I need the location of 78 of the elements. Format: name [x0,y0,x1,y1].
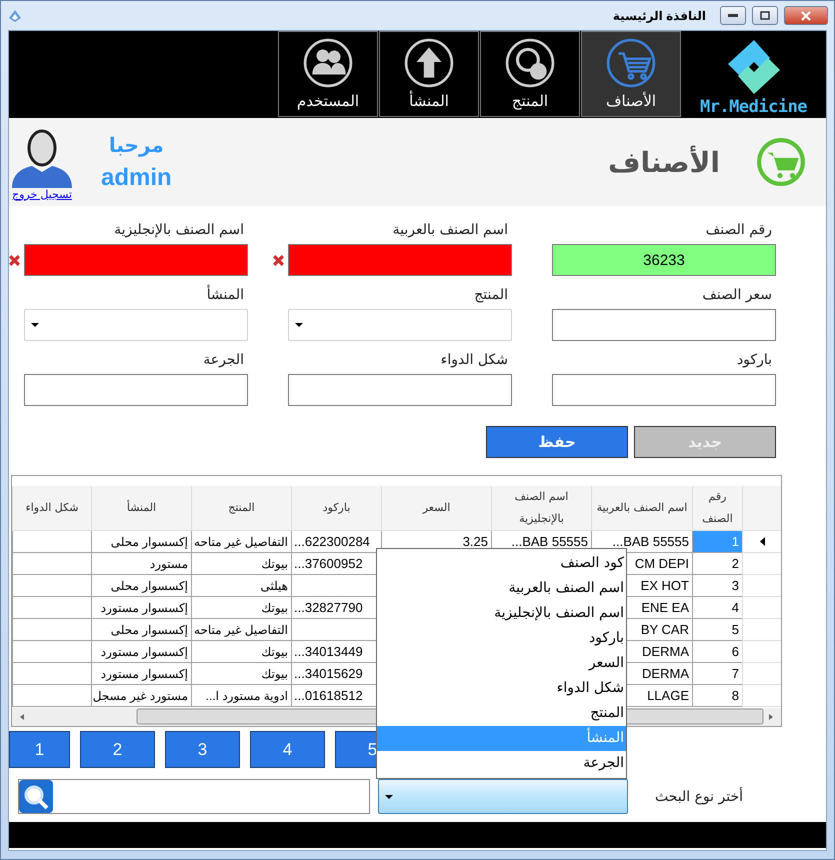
users-icon [303,38,353,88]
maximize-button[interactable] [752,6,778,25]
page-button[interactable]: 1 [9,731,70,768]
page-button[interactable]: 2 [80,731,155,768]
caret-icon [385,794,393,798]
field-label: باركود [736,351,773,370]
table-cell: بيوتك [192,640,292,662]
table-cell: 1 [692,530,742,552]
table-cell: مستورد غير مسجل [92,684,192,706]
search-field[interactable] [18,779,370,814]
row-pointer-icon [760,536,764,546]
window-title: النافذة الرئيسية [612,8,706,22]
cart-icon [756,137,806,187]
search-type-label: أختر نوع البحث [658,788,743,804]
table-cell: بيوتك [192,596,292,618]
caret-icon [31,323,39,327]
table-cell: ادوية مستورد ا... [192,684,292,706]
error-icon [272,254,285,267]
field-label: المنتج [473,286,509,305]
nav-tab[interactable]: الأصناف [581,31,681,117]
app-icon [7,8,23,24]
maximize-icon [760,11,770,20]
nav-tab[interactable]: المنشأ [379,31,479,117]
table-cell: إكسسوار مستورد [92,596,192,618]
error-icon [8,254,21,267]
search-icon [19,780,53,813]
table-cell: إكسسوار محلى [92,574,192,596]
table-cell: إكسسوار مستورد [92,640,192,662]
table-cell: التفاصيل غير متاحه [192,530,292,552]
text-field[interactable]: 36233 [552,244,776,276]
text-field[interactable] [552,309,776,341]
close-button[interactable] [784,6,828,25]
field-label: شكل الدواء [440,351,509,370]
text-field[interactable] [288,374,512,406]
table-cell: التفاصيل غير متاحه [192,618,292,640]
nav-tab[interactable]: المستخدم [278,31,378,117]
field-label: اسم الصنف بالعربية [392,221,509,240]
page-title: الأصناف [608,146,720,178]
table-cell: 4 [692,596,742,618]
table-cell: مستورد [92,552,192,574]
nav-tab[interactable]: المنتج [480,31,580,117]
dropdown-field[interactable] [288,309,512,341]
field-label: اسم الصنف بالإنجليزية [113,221,245,240]
table-cell: إكسسوار مستورد [92,662,192,684]
page-button[interactable]: 3 [165,731,240,768]
minimize-icon [728,14,738,18]
table-cell: 8 [692,684,742,706]
table-cell: إكسسوار محلى [92,530,192,552]
table-cell: هيلثى [192,574,292,596]
field-label: المنشأ [24,285,248,309]
text-field[interactable] [24,374,248,406]
table-cell: بيوتك [192,552,292,574]
field-label: رقم الصنف [704,221,773,240]
table-cell: 6 [692,640,742,662]
table-cell: 5 [692,618,742,640]
page-button[interactable]: 4 [250,731,325,768]
dropdown-field[interactable] [24,309,248,341]
caret-icon [295,323,303,327]
circles-icon [505,38,555,88]
text-field[interactable] [552,374,776,406]
field-label: سعر الصنف [701,286,773,305]
table-cell: 7 [692,662,742,684]
table-cell: بيوتك [192,662,292,684]
cart-icon [606,38,656,88]
user-name: admin [101,164,172,192]
close-icon [800,10,812,20]
table-cell: 2 [692,552,742,574]
minimize-button[interactable] [720,6,746,25]
text-field[interactable] [288,244,512,276]
table-cell: إكسسوار محلى [92,618,192,640]
table-cell: 3 [692,574,742,596]
greeting-text: مرحبا [108,134,164,158]
field-label: الجرعة [202,351,245,370]
text-field[interactable] [24,244,248,276]
save-button[interactable]: حفظ [486,426,628,458]
table-cell: ...622300284 [292,530,382,552]
logo-text: Mr.Medicine [700,96,808,118]
logout-link[interactable]: تسجيل خروج [12,188,72,200]
